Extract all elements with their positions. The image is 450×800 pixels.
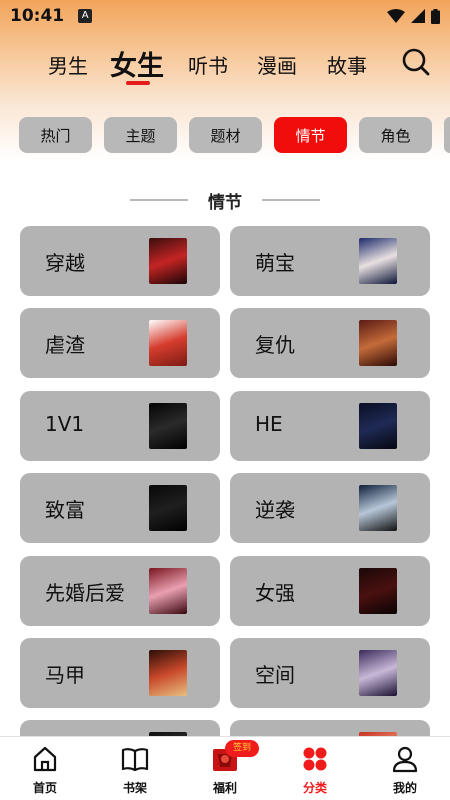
book-cover-thumbnail xyxy=(359,485,397,531)
notification-badge: A xyxy=(78,9,93,23)
book-cover-thumbnail xyxy=(149,650,187,696)
signal-icon xyxy=(411,9,425,23)
chip-hot[interactable]: 热门 xyxy=(19,117,92,153)
tag-label: 逆袭 xyxy=(255,498,295,522)
chip-overflow[interactable] xyxy=(444,117,450,153)
bottom-nav: 首页 书架 签到 福利 分类 我的 xyxy=(0,736,450,800)
battery-icon xyxy=(431,8,440,24)
book-cover-thumbnail xyxy=(149,238,187,284)
book-cover-thumbnail xyxy=(359,403,397,449)
book-cover-thumbnail xyxy=(359,320,397,366)
tag-label: 复仇 xyxy=(255,333,295,357)
tag-label: 萌宝 xyxy=(255,251,295,275)
section-header: 情节 xyxy=(0,186,450,214)
chip-role[interactable]: 角色 xyxy=(359,117,432,153)
tag-label: 虐渣 xyxy=(45,333,85,357)
book-cover-thumbnail xyxy=(149,485,187,531)
book-cover-thumbnail xyxy=(149,568,187,614)
book-cover-thumbnail xyxy=(149,403,187,449)
tag-label: 致富 xyxy=(45,498,85,522)
tab-male[interactable]: 男生 xyxy=(48,50,88,79)
profile-icon xyxy=(392,746,418,773)
category-chip-row: 热门 主题 题材 情节 角色 xyxy=(0,117,450,153)
book-cover-thumbnail xyxy=(359,650,397,696)
tag-label: 1V1 xyxy=(45,412,85,436)
bottom-nav-bookshelf[interactable]: 书架 xyxy=(105,737,165,800)
active-tab-indicator xyxy=(126,81,150,85)
bottom-nav-label: 福利 xyxy=(212,781,237,795)
tag-card[interactable]: 1V1 xyxy=(20,391,220,461)
tag-label: HE xyxy=(255,412,283,436)
category-icon xyxy=(303,747,327,771)
book-cover-thumbnail xyxy=(359,568,397,614)
bottom-nav-label: 首页 xyxy=(32,781,57,795)
tab-comics[interactable]: 漫画 xyxy=(257,50,297,79)
tag-card[interactable]: 致富 xyxy=(20,473,220,543)
tag-card[interactable]: 空间 xyxy=(230,638,430,708)
section-title: 情节 xyxy=(208,192,242,213)
tag-card[interactable]: 萌宝 xyxy=(230,226,430,296)
tab-stories[interactable]: 故事 xyxy=(327,50,367,79)
tab-female[interactable]: 女生 xyxy=(110,44,164,83)
chip-theme[interactable]: 主题 xyxy=(104,117,177,153)
home-icon xyxy=(33,746,57,772)
bottom-nav-profile[interactable]: 我的 xyxy=(375,737,435,800)
tab-audiobook[interactable]: 听书 xyxy=(188,50,228,79)
tag-card[interactable]: 虐渣 xyxy=(20,308,220,378)
search-icon[interactable] xyxy=(400,46,432,78)
tag-card[interactable]: HE xyxy=(230,391,430,461)
bottom-nav-label: 分类 xyxy=(302,781,327,795)
status-icons xyxy=(387,8,440,24)
top-nav: 男生 女生 听书 漫画 故事 xyxy=(0,38,450,90)
wifi-icon xyxy=(387,9,405,23)
bottom-nav-welfare[interactable]: 签到 福利 xyxy=(195,737,259,800)
book-cover-thumbnail xyxy=(359,238,397,284)
status-bar: 10:41 A xyxy=(0,0,450,32)
chip-genre[interactable]: 题材 xyxy=(189,117,262,153)
tag-label: 穿越 xyxy=(45,251,85,275)
tag-label: 马甲 xyxy=(45,663,85,687)
section-divider-left xyxy=(130,199,188,201)
tag-card[interactable]: 复仇 xyxy=(230,308,430,378)
book-cover-thumbnail xyxy=(149,320,187,366)
bookshelf-icon xyxy=(121,748,149,772)
tag-card[interactable]: 先婚后爱 xyxy=(20,556,220,626)
chip-plot[interactable]: 情节 xyxy=(274,117,347,153)
tag-label: 空间 xyxy=(255,663,295,687)
status-time: 10:41 xyxy=(10,6,65,26)
checkin-badge: 签到 xyxy=(225,740,259,757)
tag-card[interactable]: 马甲 xyxy=(20,638,220,708)
tag-label: 先婚后爱 xyxy=(45,581,125,605)
bottom-nav-category[interactable]: 分类 xyxy=(285,737,345,800)
bottom-nav-label: 书架 xyxy=(122,781,147,795)
tag-card[interactable]: 逆袭 xyxy=(230,473,430,543)
tag-card[interactable]: 穿越 xyxy=(20,226,220,296)
tag-card[interactable]: 女强 xyxy=(230,556,430,626)
bottom-nav-home[interactable]: 首页 xyxy=(15,737,75,800)
section-divider-right xyxy=(262,199,320,201)
bottom-nav-label: 我的 xyxy=(392,781,417,795)
tag-label: 女强 xyxy=(255,581,295,605)
